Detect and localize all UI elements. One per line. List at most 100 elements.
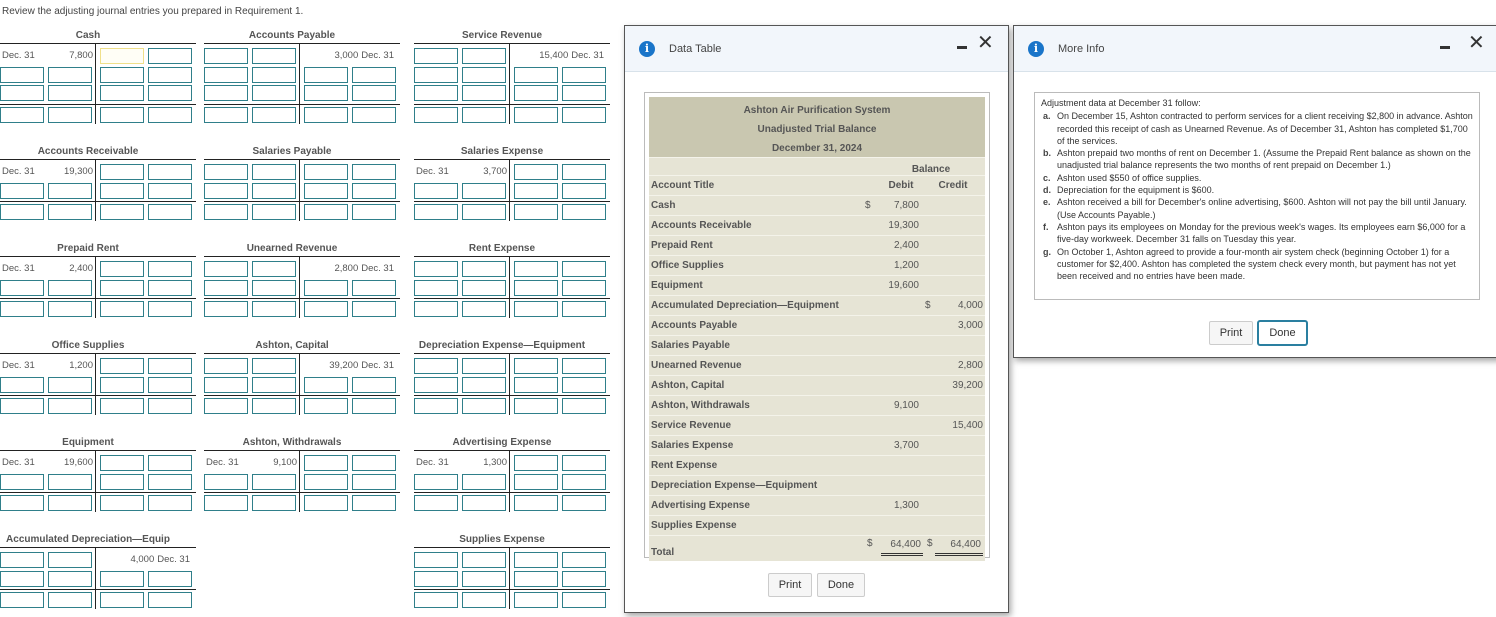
debit-date-input[interactable] (204, 473, 248, 490)
credit-date-input[interactable] (562, 552, 606, 569)
debit-amount-input[interactable] (252, 473, 296, 490)
credit-amount-input[interactable] (514, 301, 558, 317)
debit-date-input[interactable] (204, 376, 248, 393)
debit-date-input[interactable] (0, 182, 44, 199)
debit-amount-input[interactable] (48, 204, 92, 220)
credit-date-input[interactable] (148, 592, 192, 608)
credit-date-input[interactable] (148, 182, 192, 199)
credit-amount-input[interactable] (100, 182, 144, 199)
credit-amount-input[interactable] (100, 164, 144, 181)
credit-amount-input[interactable] (304, 301, 348, 317)
debit-amount-input[interactable] (48, 301, 92, 317)
credit-date-input[interactable] (148, 376, 192, 393)
debit-date-input[interactable] (414, 261, 458, 278)
debit-amount-input[interactable] (462, 552, 506, 569)
credit-date-input[interactable] (562, 570, 606, 587)
debit-amount-input[interactable] (462, 358, 506, 375)
credit-amount-input[interactable] (304, 182, 348, 199)
done-button[interactable]: Done (817, 573, 865, 597)
debit-amount-input[interactable] (462, 204, 506, 220)
credit-date-input[interactable] (562, 204, 606, 220)
debit-amount-input[interactable] (252, 66, 296, 83)
debit-amount-input[interactable] (462, 279, 506, 296)
debit-date-input[interactable] (204, 398, 248, 414)
credit-date-input[interactable] (148, 261, 192, 278)
debit-date-input[interactable] (414, 552, 458, 569)
debit-date-input[interactable] (414, 358, 458, 375)
credit-date-input[interactable] (352, 301, 396, 317)
debit-date-input[interactable] (414, 66, 458, 83)
credit-amount-input[interactable] (100, 358, 144, 375)
credit-date-input[interactable] (148, 204, 192, 220)
credit-amount-input[interactable] (304, 85, 348, 102)
credit-amount-input[interactable] (304, 455, 348, 472)
credit-date-input[interactable] (352, 85, 396, 102)
print-button[interactable]: Print (768, 573, 812, 597)
credit-date-input[interactable] (352, 66, 396, 83)
credit-date-input[interactable] (562, 495, 606, 511)
credit-date-input[interactable] (148, 85, 192, 102)
debit-amount-input[interactable] (252, 85, 296, 102)
debit-amount-input[interactable] (252, 204, 296, 220)
debit-date-input[interactable] (204, 279, 248, 296)
debit-amount-input[interactable] (252, 495, 296, 511)
debit-amount-input[interactable] (48, 398, 92, 414)
credit-amount-input[interactable] (304, 66, 348, 83)
credit-date-input[interactable] (148, 570, 192, 587)
credit-date-input[interactable] (562, 66, 606, 83)
debit-date-input[interactable] (204, 358, 248, 375)
credit-date-input[interactable] (352, 376, 396, 393)
credit-amount-input[interactable] (304, 473, 348, 490)
debit-date-input[interactable] (414, 85, 458, 102)
debit-date-input[interactable] (414, 495, 458, 511)
minimize-icon[interactable] (1440, 46, 1450, 49)
debit-amount-input[interactable] (462, 261, 506, 278)
credit-amount-input[interactable] (514, 182, 558, 199)
debit-amount-input[interactable] (462, 106, 506, 123)
credit-date-input[interactable] (562, 182, 606, 199)
credit-date-input[interactable] (352, 279, 396, 296)
credit-date-input[interactable] (148, 106, 192, 123)
debit-amount-input[interactable] (48, 592, 92, 608)
credit-amount-input[interactable] (514, 592, 558, 608)
credit-amount-input[interactable] (100, 48, 144, 65)
debit-amount-input[interactable] (462, 376, 506, 393)
credit-date-input[interactable] (352, 398, 396, 414)
debit-date-input[interactable] (204, 301, 248, 317)
debit-date-input[interactable] (204, 66, 248, 83)
debit-date-input[interactable] (0, 85, 44, 102)
debit-amount-input[interactable] (48, 66, 92, 83)
debit-date-input[interactable] (414, 182, 458, 199)
minimize-icon[interactable] (957, 46, 967, 49)
debit-amount-input[interactable] (462, 66, 506, 83)
close-icon[interactable]: ✕ (977, 32, 994, 52)
credit-date-input[interactable] (562, 398, 606, 414)
credit-amount-input[interactable] (100, 473, 144, 490)
credit-date-input[interactable] (148, 279, 192, 296)
debit-date-input[interactable] (414, 473, 458, 490)
credit-date-input[interactable] (562, 592, 606, 608)
credit-amount-input[interactable] (514, 106, 558, 123)
credit-amount-input[interactable] (514, 66, 558, 83)
debit-date-input[interactable] (0, 570, 44, 587)
credit-date-input[interactable] (148, 301, 192, 317)
debit-date-input[interactable] (0, 66, 44, 83)
credit-amount-input[interactable] (100, 570, 144, 587)
credit-amount-input[interactable] (100, 455, 144, 472)
credit-date-input[interactable] (148, 398, 192, 414)
debit-date-input[interactable] (414, 592, 458, 608)
credit-date-input[interactable] (148, 358, 192, 375)
debit-date-input[interactable] (414, 301, 458, 317)
credit-date-input[interactable] (562, 301, 606, 317)
credit-amount-input[interactable] (304, 106, 348, 123)
credit-date-input[interactable] (352, 495, 396, 511)
debit-amount-input[interactable] (48, 376, 92, 393)
credit-date-input[interactable] (352, 204, 396, 220)
debit-amount-input[interactable] (252, 261, 296, 278)
debit-date-input[interactable] (414, 376, 458, 393)
debit-amount-input[interactable] (48, 570, 92, 587)
credit-amount-input[interactable] (100, 376, 144, 393)
credit-amount-input[interactable] (100, 279, 144, 296)
credit-amount-input[interactable] (514, 455, 558, 472)
debit-date-input[interactable] (204, 204, 248, 220)
